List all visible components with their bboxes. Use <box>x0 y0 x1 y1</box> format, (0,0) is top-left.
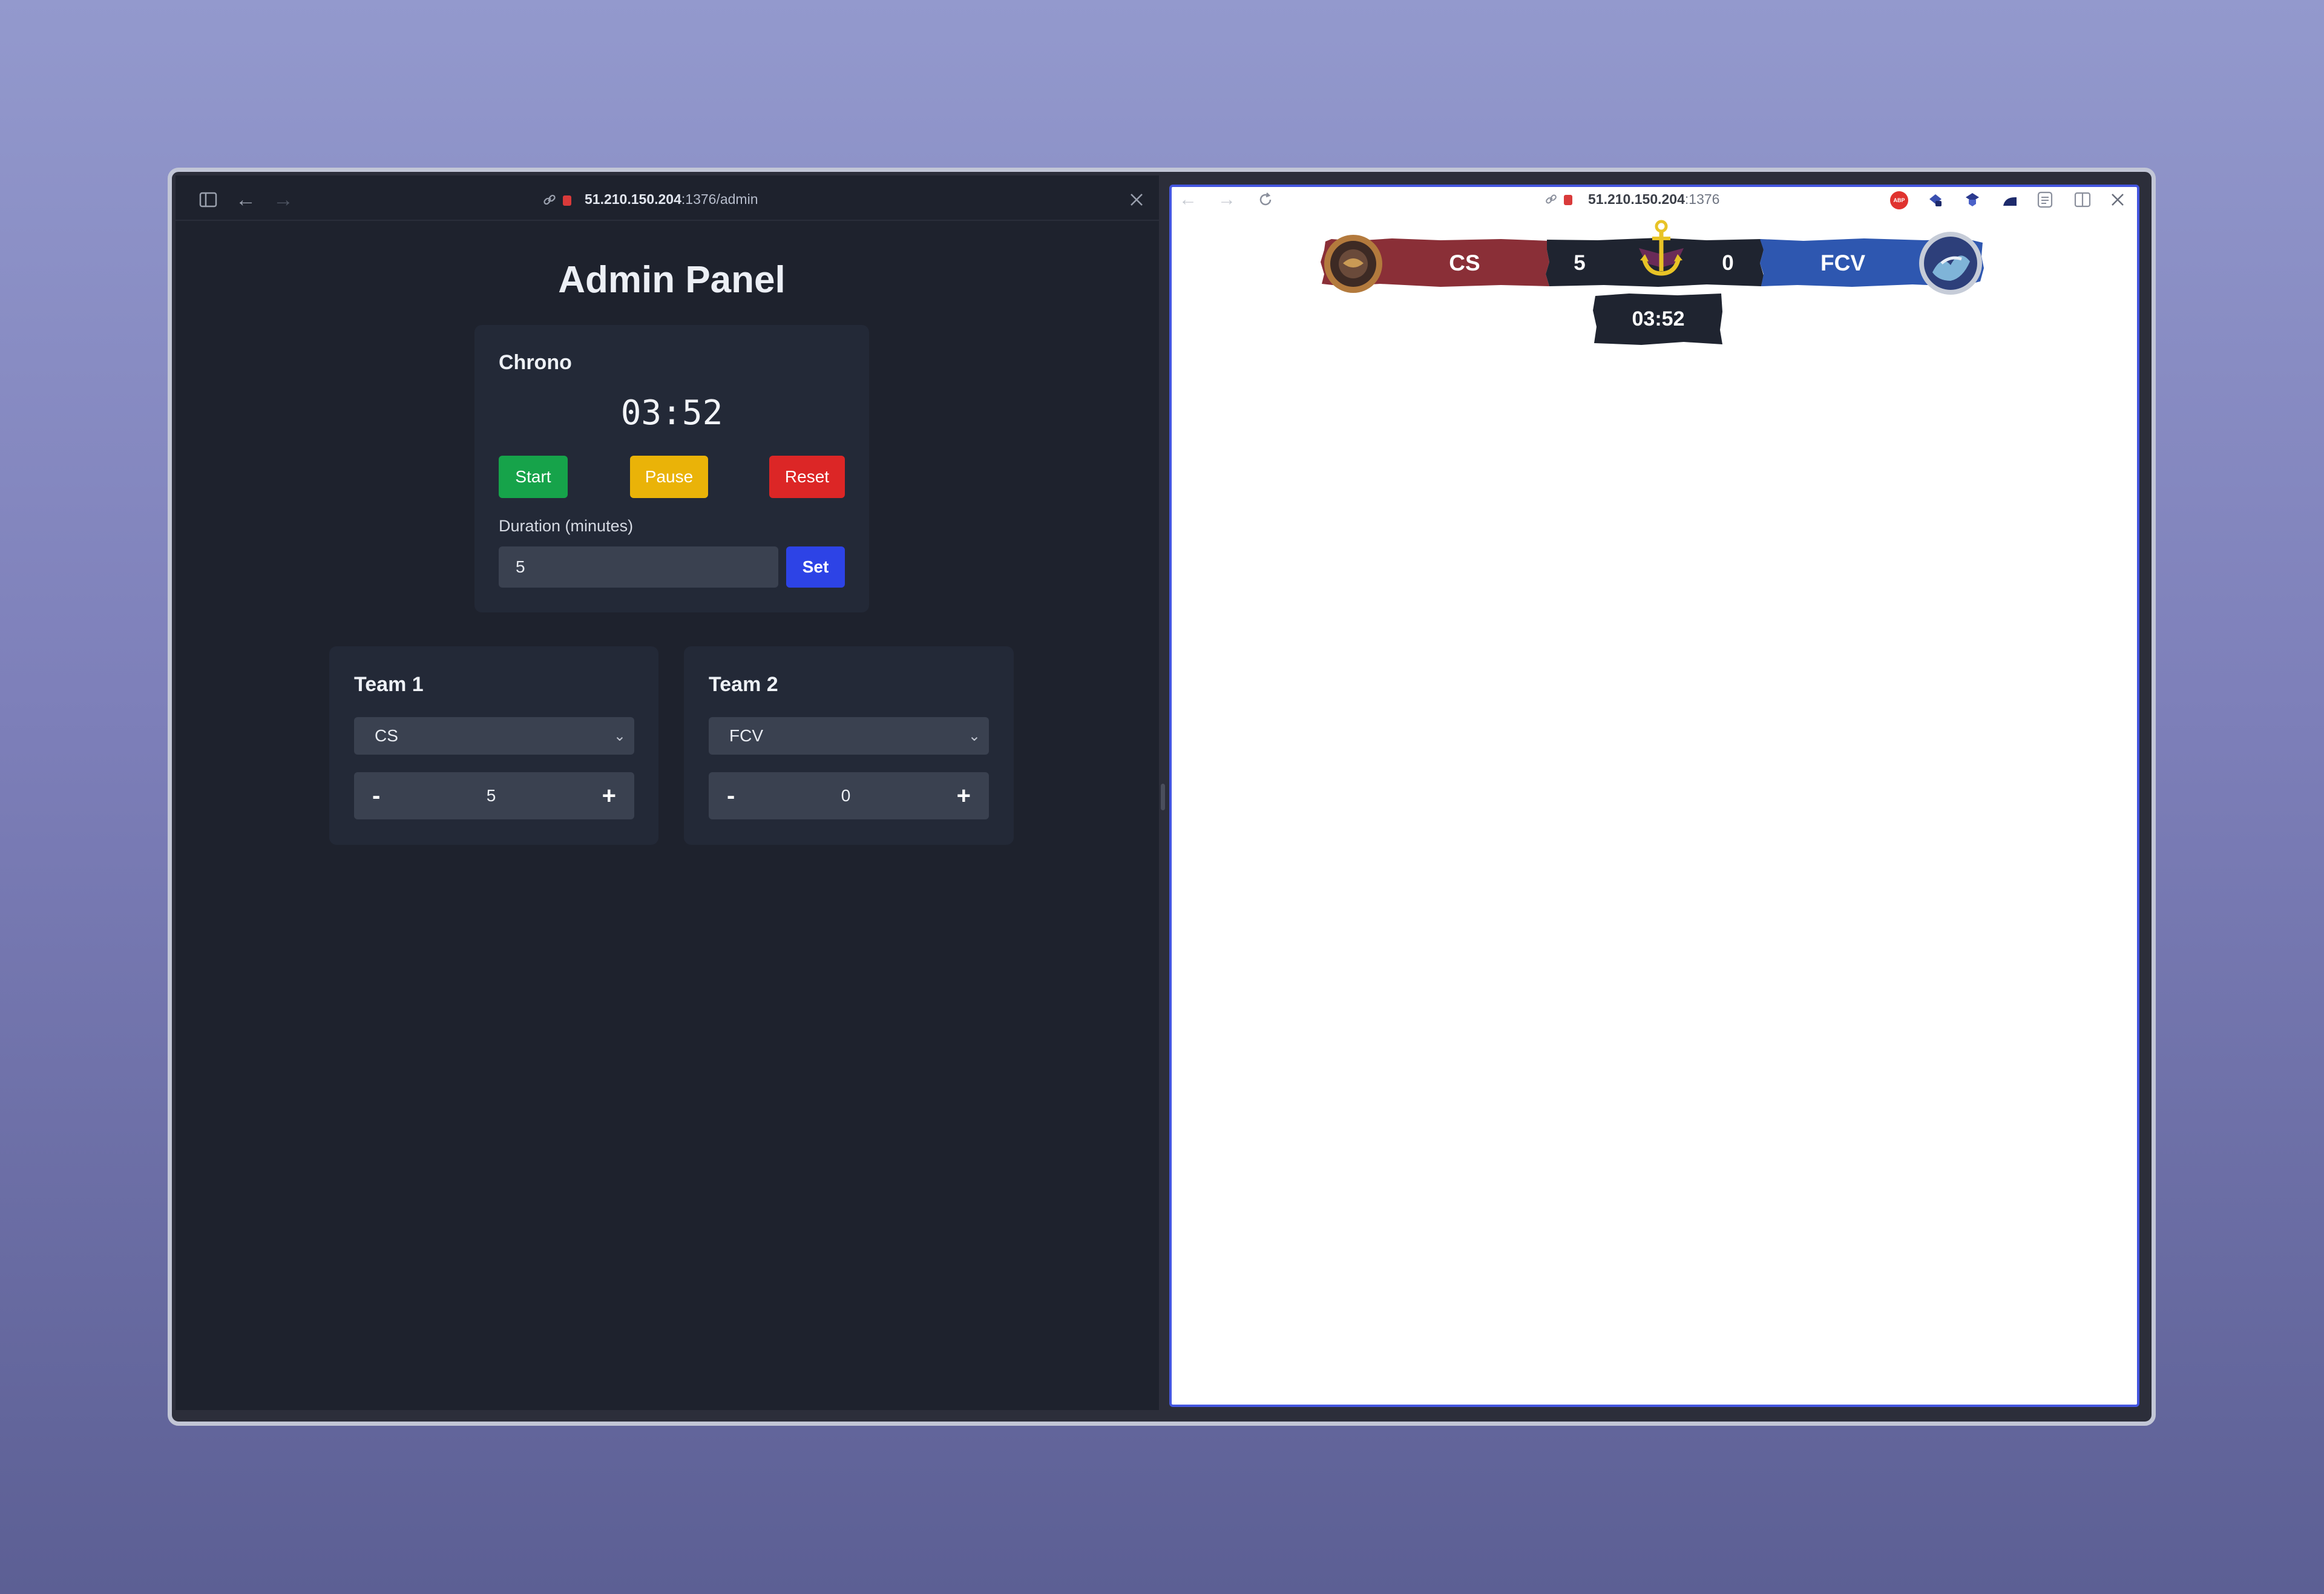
team1-plus-button[interactable]: + <box>602 782 616 810</box>
adblock-icon[interactable]: ABP <box>1890 191 1908 209</box>
reload-icon[interactable] <box>1255 189 1276 211</box>
pause-button[interactable]: Pause <box>630 456 708 498</box>
address-bar[interactable]: 51.210.150.204:1376/admin <box>585 191 758 209</box>
team2-plus-button[interactable]: + <box>957 782 971 810</box>
back-icon[interactable]: ← <box>1178 189 1198 211</box>
team1-select[interactable]: CS ⌄ <box>354 717 634 755</box>
chevron-down-icon: ⌄ <box>968 727 980 744</box>
lock-icon <box>1564 195 1572 205</box>
team1-score: 5 <box>1574 251 1586 275</box>
url-host: 51.210.150.204 <box>585 191 681 207</box>
url-path: :1376/admin <box>681 191 758 207</box>
extension-arc-icon[interactable] <box>2001 192 2018 208</box>
chevron-down-icon: ⌄ <box>613 727 626 744</box>
lock-icon <box>563 195 571 206</box>
team1-name: CS <box>1449 251 1480 275</box>
close-icon[interactable] <box>2110 192 2126 208</box>
team2-selected-value: FCV <box>729 726 763 745</box>
team2-score-stepper: - 0 + <box>709 772 989 819</box>
chrono-title: Chrono <box>499 351 572 374</box>
team2-select[interactable]: FCV ⌄ <box>709 717 989 755</box>
set-button[interactable]: Set <box>786 546 845 588</box>
forward-icon[interactable]: → <box>272 188 294 212</box>
team2-title: Team 2 <box>709 673 778 696</box>
team2-score-value: 0 <box>841 786 851 805</box>
scoreboard-timer: 03:52 <box>1632 307 1685 330</box>
extension-icon[interactable] <box>1927 192 1944 209</box>
team2-minus-button[interactable]: - <box>727 782 735 810</box>
reset-button[interactable]: Reset <box>769 456 845 498</box>
team1-selected-value: CS <box>375 726 398 745</box>
extension-shield-icon[interactable] <box>1964 191 1981 208</box>
team1-minus-button[interactable]: - <box>372 782 380 810</box>
duration-label: Duration (minutes) <box>499 517 634 535</box>
page-title: Admin Panel <box>558 259 786 301</box>
forward-icon[interactable]: → <box>1216 189 1237 211</box>
start-button[interactable]: Start <box>499 456 568 498</box>
team2-score: 0 <box>1722 251 1734 275</box>
team1-logo <box>1319 233 1388 295</box>
close-icon[interactable] <box>1126 189 1147 211</box>
split-divider-handle[interactable] <box>1161 784 1165 810</box>
team1-score-stepper: - 5 + <box>354 772 634 819</box>
link-icon <box>1544 192 1559 207</box>
url-path: :1376 <box>1684 191 1720 207</box>
team2-name: FCV <box>1820 251 1865 275</box>
split-view-icon[interactable] <box>2074 191 2091 209</box>
link-icon <box>542 192 558 208</box>
sidebar-icon[interactable] <box>197 189 219 211</box>
team1-score-value: 5 <box>486 786 496 805</box>
address-bar[interactable]: 51.210.150.204:1376 <box>1588 191 1719 209</box>
back-icon[interactable]: ← <box>235 188 257 212</box>
duration-input[interactable]: 5 <box>499 546 778 588</box>
url-host: 51.210.150.204 <box>1588 191 1685 207</box>
team2-logo <box>1914 230 1987 297</box>
chrono-time: 03:52 <box>620 393 723 433</box>
team1-title: Team 1 <box>354 673 424 696</box>
reader-icon[interactable] <box>2037 191 2054 209</box>
anchor-icon <box>1634 218 1689 284</box>
scoreboard-browser-pane <box>1169 185 2139 1407</box>
